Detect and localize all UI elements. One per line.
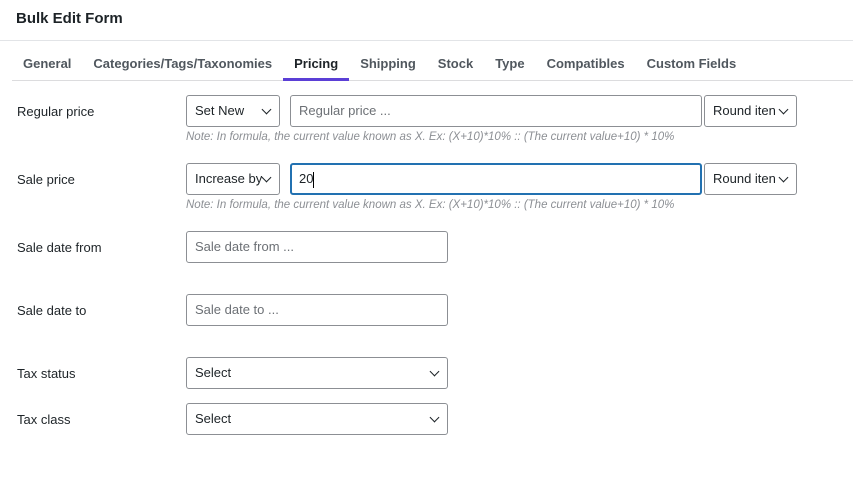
sale-price-round-select[interactable]: Round iten [704,163,797,195]
tab-bar: General Categories/Tags/Taxonomies Prici… [12,50,853,81]
tab-stock[interactable]: Stock [427,50,484,81]
sale-date-from-label: Sale date from [17,240,102,255]
sale-date-to-label: Sale date to [17,303,87,318]
tab-shipping[interactable]: Shipping [349,50,427,81]
tax-class-label: Tax class [17,412,71,427]
text-cursor [313,171,315,188]
tax-status-label: Tax status [17,366,76,381]
sale-date-to-input[interactable]: Sale date to ... [186,294,448,326]
sale-price-note: Note: In formula, the current value know… [186,199,675,211]
regular-price-note: Note: In formula, the current value know… [186,131,675,143]
form-title: Bulk Edit Form [16,10,123,27]
sale-price-value: 20 [299,171,314,186]
sale-price-input[interactable]: 20 [290,163,702,195]
tab-type[interactable]: Type [484,50,535,81]
tab-categories[interactable]: Categories/Tags/Taxonomies [82,50,283,81]
divider [0,40,853,41]
regular-price-mode-select[interactable]: Set New [186,95,280,127]
tax-class-select[interactable]: Select [186,403,448,435]
tab-pricing[interactable]: Pricing [283,50,350,81]
tab-custom-fields[interactable]: Custom Fields [636,50,748,81]
sale-price-mode-select[interactable]: Increase by [186,163,280,195]
regular-price-label: Regular price [17,104,95,119]
regular-price-input[interactable]: Regular price ... [290,95,702,127]
sale-date-from-input[interactable]: Sale date from ... [186,231,448,263]
tax-status-select[interactable]: Select [186,357,448,389]
sale-price-label: Sale price [17,172,75,187]
tab-general[interactable]: General [12,50,82,81]
regular-price-round-select[interactable]: Round iten [704,95,797,127]
tab-compatibles[interactable]: Compatibles [536,50,636,81]
